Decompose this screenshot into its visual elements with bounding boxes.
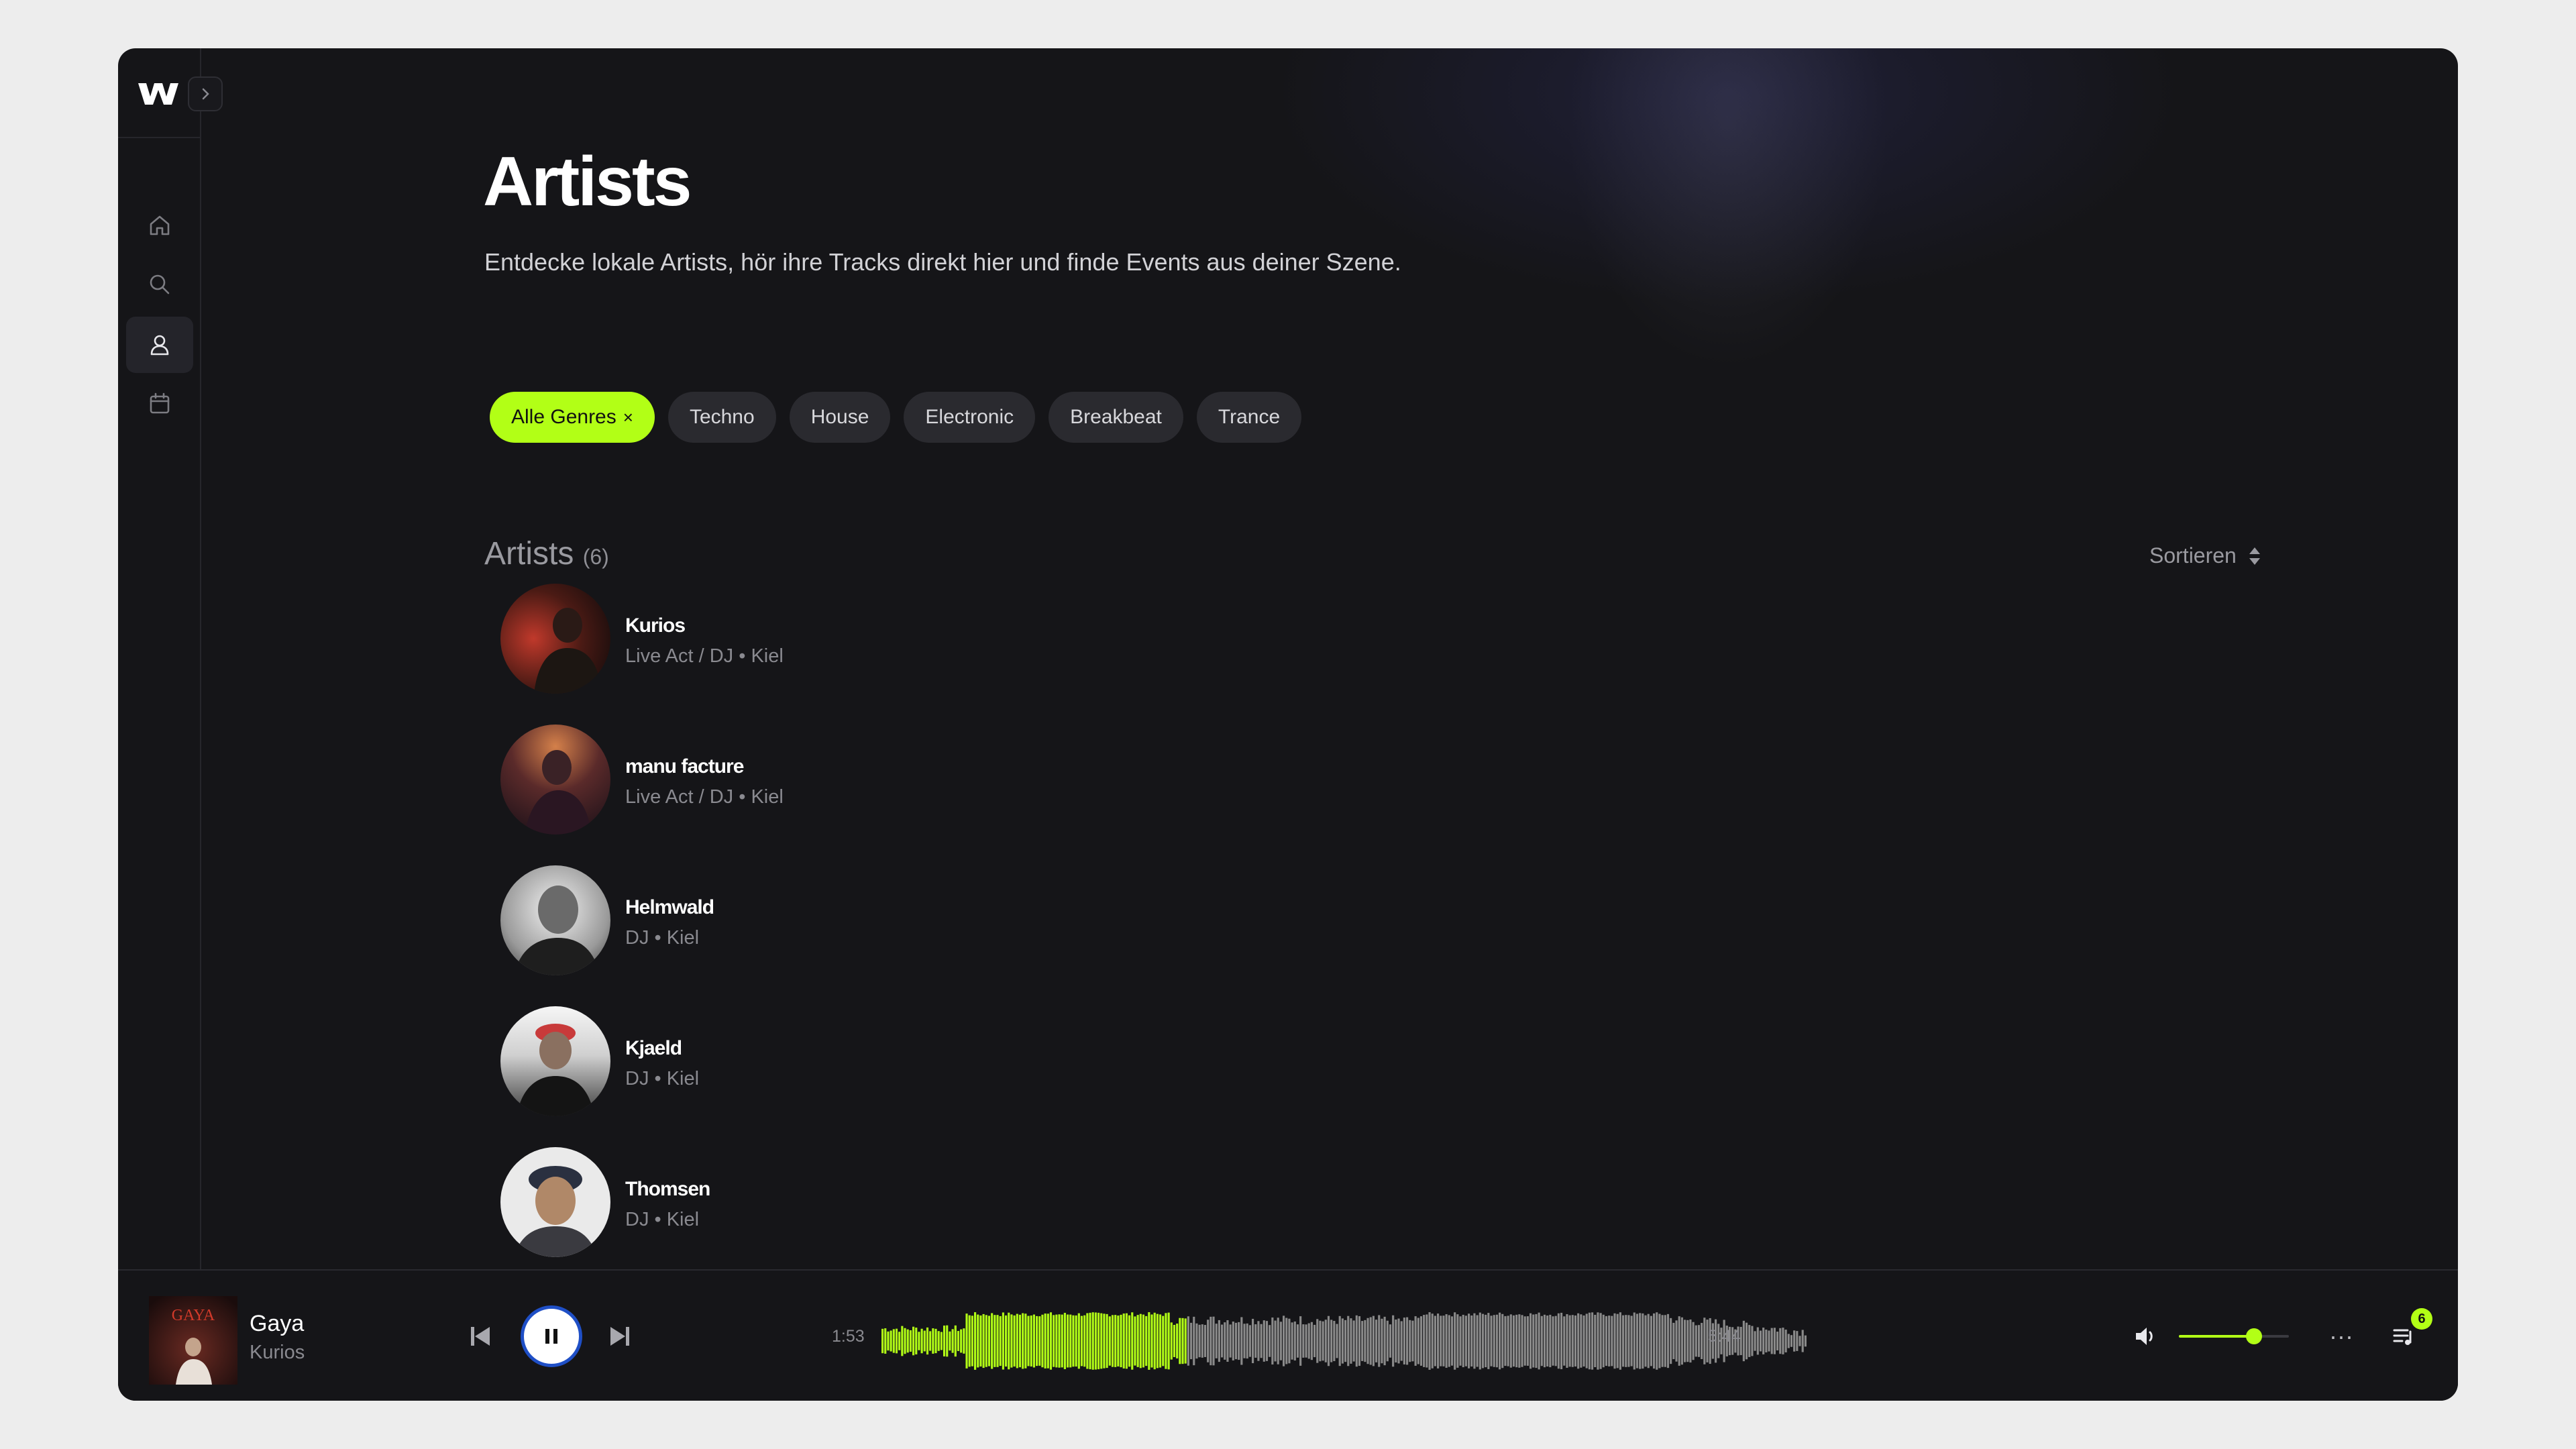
skip-back-icon bbox=[471, 1327, 490, 1346]
cover-title: GAYA bbox=[172, 1307, 215, 1324]
sidebar-item-artists[interactable] bbox=[126, 317, 193, 373]
filter-chip-house[interactable]: House bbox=[789, 392, 891, 443]
artist-row[interactable]: Kjaeld DJ • Kiel bbox=[500, 1006, 1104, 1116]
artist-name: Helmwald bbox=[625, 896, 714, 918]
player-bar: GAYA Gaya Kurios 1:53 5:44 ··· 6 bbox=[118, 1269, 2458, 1401]
queue-icon bbox=[2393, 1329, 2412, 1345]
filter-chip-all-genres[interactable]: Alle Genres × bbox=[490, 392, 655, 443]
avatar bbox=[500, 865, 610, 975]
chevron-right-icon bbox=[202, 88, 209, 100]
artist-meta: Live Act / DJ • Kiel bbox=[625, 645, 784, 667]
track-cover[interactable]: GAYA bbox=[149, 1296, 237, 1385]
duration-time: 5:44 bbox=[1708, 1327, 1741, 1346]
track-artist[interactable]: Kurios bbox=[250, 1342, 305, 1364]
artist-meta: DJ • Kiel bbox=[625, 927, 700, 949]
sidebar-item-search[interactable] bbox=[126, 256, 193, 313]
elapsed-time: 1:53 bbox=[832, 1327, 865, 1346]
artist-name: Thomsen bbox=[625, 1178, 710, 1200]
calendar-icon bbox=[150, 392, 170, 414]
sidebar-divider bbox=[118, 137, 201, 138]
artist-name: manu facture bbox=[625, 755, 744, 777]
sort-label: Sortieren bbox=[2149, 543, 2237, 568]
avatar bbox=[500, 724, 610, 835]
artist-meta: Live Act / DJ • Kiel bbox=[625, 786, 784, 808]
avatar bbox=[500, 1006, 610, 1116]
pause-icon bbox=[545, 1329, 557, 1344]
sidebar-toggle-button[interactable] bbox=[188, 76, 223, 111]
page-subtitle: Entdecke lokale Artists, hör ihre Tracks… bbox=[484, 248, 1401, 276]
search-icon bbox=[150, 274, 170, 294]
sidebar-item-home[interactable] bbox=[126, 197, 193, 254]
queue-count-badge: 6 bbox=[2411, 1308, 2432, 1330]
previous-button[interactable] bbox=[464, 1320, 496, 1352]
artists-count: (6) bbox=[582, 545, 609, 569]
avatar bbox=[500, 584, 610, 694]
artist-name: Kjaeld bbox=[625, 1037, 682, 1059]
sidebar-item-events[interactable] bbox=[126, 376, 193, 432]
artists-section-title: Artists (6) bbox=[484, 535, 609, 572]
more-options-button[interactable]: ··· bbox=[2325, 1322, 2357, 1351]
close-icon[interactable]: × bbox=[623, 407, 633, 428]
sort-button[interactable]: Sortieren bbox=[2149, 543, 2262, 568]
filter-chip-breakbeat[interactable]: Breakbeat bbox=[1049, 392, 1183, 443]
user-icon bbox=[150, 335, 169, 356]
next-button[interactable] bbox=[604, 1320, 636, 1352]
sort-icon bbox=[2249, 547, 2260, 565]
app-window: Artists Entdecke lokale Artists, hör ihr… bbox=[118, 48, 2458, 1401]
artist-row[interactable]: Thomsen DJ • Kiel bbox=[500, 1147, 1104, 1257]
filter-chip-trance[interactable]: Trance bbox=[1196, 392, 1302, 443]
artist-meta: DJ • Kiel bbox=[625, 1068, 700, 1089]
artist-name: Kurios bbox=[625, 614, 686, 637]
volume-knob[interactable] bbox=[2245, 1328, 2262, 1344]
artist-meta: DJ • Kiel bbox=[625, 1209, 700, 1230]
home-icon bbox=[150, 215, 170, 235]
filter-chip-electronic[interactable]: Electronic bbox=[904, 392, 1036, 443]
page-title: Artists bbox=[483, 143, 692, 221]
filter-chip-techno[interactable]: Techno bbox=[667, 392, 776, 443]
volume-icon bbox=[2136, 1328, 2153, 1345]
volume-fill bbox=[2179, 1335, 2254, 1338]
artist-row[interactable]: Kurios Live Act / DJ • Kiel bbox=[500, 584, 1104, 694]
volume-slider[interactable] bbox=[2179, 1328, 2289, 1344]
pause-button[interactable] bbox=[521, 1305, 582, 1367]
avatar bbox=[500, 1147, 610, 1257]
waveform-seekbar[interactable] bbox=[881, 1312, 1807, 1370]
filter-chip-label: Alle Genres bbox=[511, 406, 616, 428]
artist-row[interactable]: manu facture Live Act / DJ • Kiel bbox=[500, 724, 1104, 835]
section-title-label: Artists bbox=[484, 536, 574, 572]
brand-logo-icon[interactable] bbox=[137, 80, 180, 107]
artist-row[interactable]: Helmwald DJ • Kiel bbox=[500, 865, 1104, 975]
sidebar bbox=[118, 48, 223, 1269]
genre-filter-bar: Alle Genres × Techno House Electronic Br… bbox=[490, 392, 1302, 443]
volume-button[interactable] bbox=[2131, 1322, 2160, 1351]
track-title[interactable]: Gaya bbox=[250, 1311, 304, 1337]
skip-forward-icon bbox=[610, 1327, 629, 1346]
